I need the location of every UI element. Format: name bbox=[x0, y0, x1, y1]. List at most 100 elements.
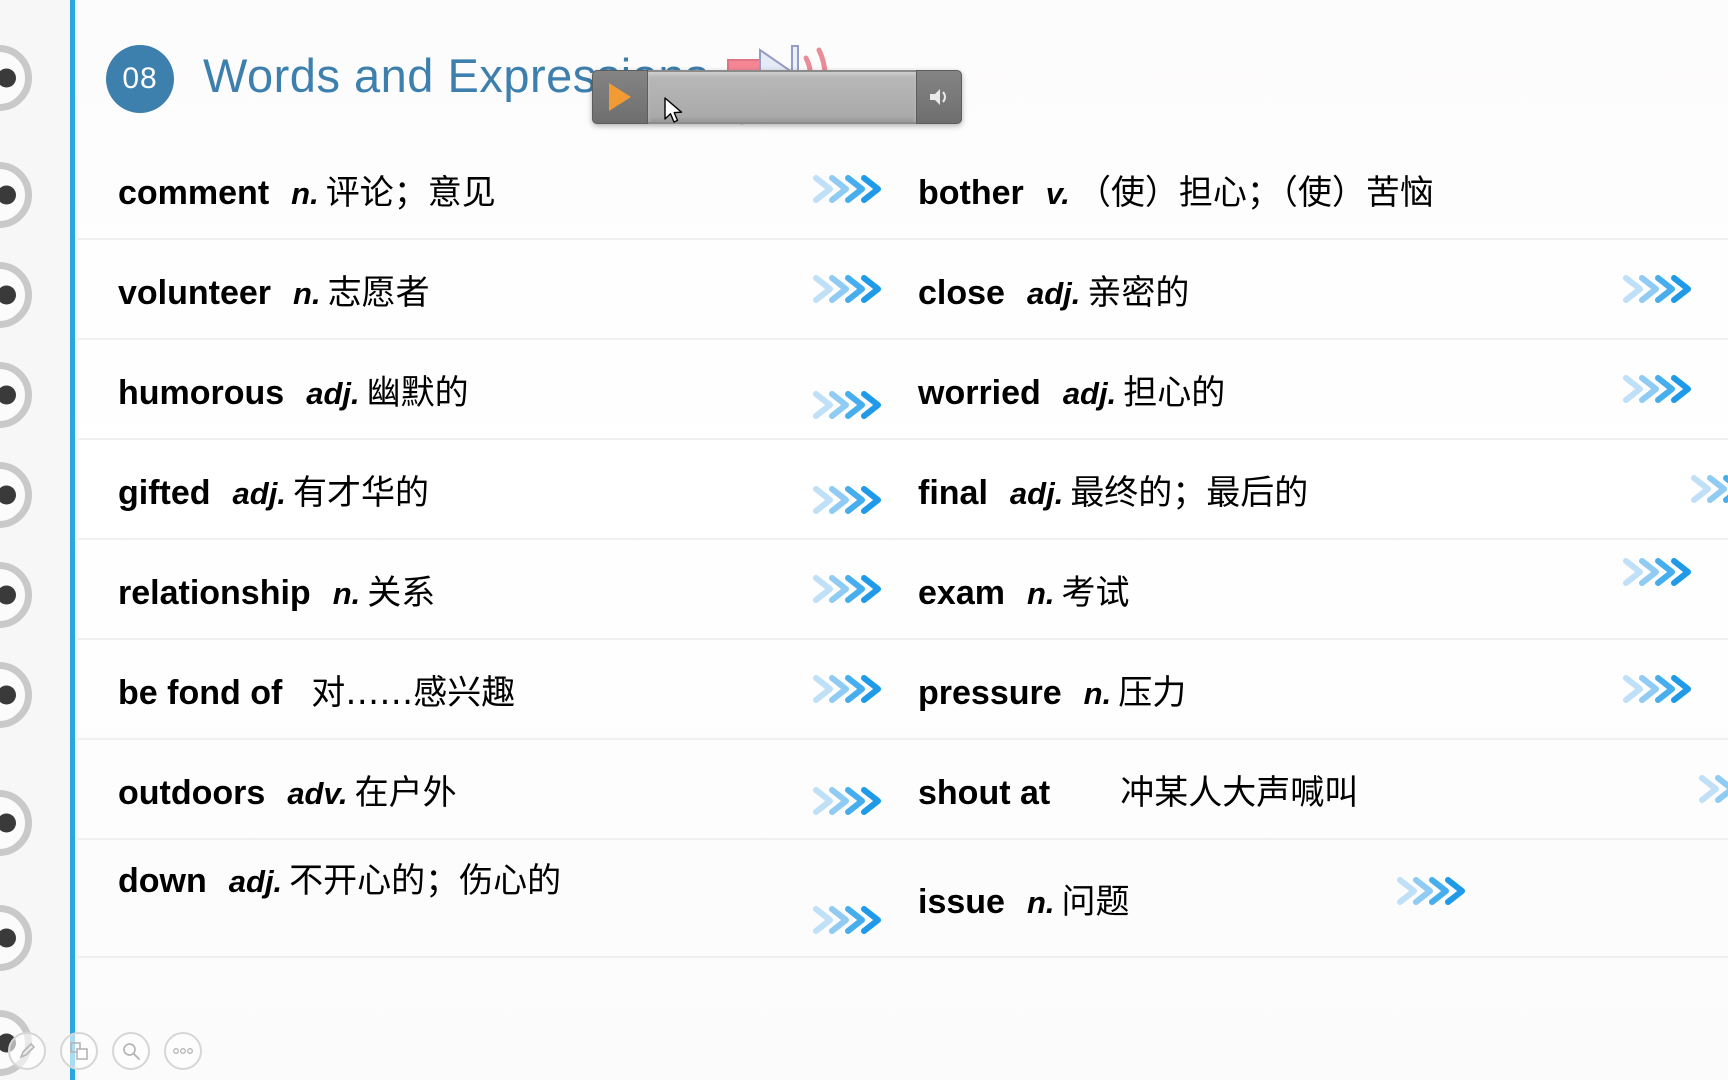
vocab-cell-right: close adj. 亲密的 bbox=[918, 265, 1728, 314]
vocab-pos: n. bbox=[291, 175, 319, 211]
speaker-circle-icon[interactable] bbox=[0, 362, 32, 428]
vocab-entry: exam n. 考试 bbox=[918, 565, 1130, 614]
speaker-circle-icon[interactable] bbox=[0, 45, 32, 111]
vocab-entry: final adj. 最终的；最后的 bbox=[918, 465, 1308, 514]
vocab-pos: n. bbox=[332, 575, 361, 611]
magnifier-icon[interactable] bbox=[112, 1032, 150, 1070]
vocab-meaning: 关系 bbox=[367, 572, 436, 613]
vocab-term: outdoors bbox=[118, 773, 266, 812]
vocab-term: exam bbox=[918, 573, 1005, 612]
vocab-meaning: 对……感兴趣 bbox=[311, 672, 516, 713]
chevron-play-icon[interactable] bbox=[1622, 272, 1694, 306]
chevron-play-icon[interactable] bbox=[812, 172, 884, 206]
chevron-play-icon[interactable] bbox=[812, 784, 884, 818]
vocab-pos: adj. bbox=[306, 375, 360, 411]
vocab-pos: n. bbox=[1026, 575, 1055, 611]
vocab-meaning: 担心的 bbox=[1123, 372, 1226, 413]
vocab-entry: gifted adj. 有才华的 bbox=[118, 465, 429, 514]
chevron-play-icon[interactable] bbox=[812, 903, 884, 937]
vocab-entry: worried adj. 担心的 bbox=[918, 365, 1225, 414]
play-button[interactable] bbox=[592, 70, 648, 124]
vocab-term: issue bbox=[918, 882, 1005, 921]
chevron-play-icon[interactable] bbox=[1698, 772, 1728, 806]
chevron-play-icon[interactable] bbox=[1396, 874, 1468, 908]
vocab-meaning: 冲某人大声喊叫 bbox=[1120, 772, 1359, 813]
speaker-circle-icon[interactable] bbox=[0, 462, 32, 528]
vocab-cell-right: exam n. 考试 bbox=[918, 558, 1728, 614]
vocab-cell-right: final adj. 最终的；最后的 bbox=[918, 465, 1728, 514]
vocab-entry: relationship n. 关系 bbox=[118, 565, 435, 614]
chevron-play-icon[interactable] bbox=[812, 388, 884, 422]
vocab-term: worried bbox=[918, 373, 1041, 412]
chevron-play-icon[interactable] bbox=[812, 672, 884, 706]
chevron-play-icon[interactable] bbox=[1622, 672, 1694, 706]
volume-button[interactable] bbox=[916, 70, 962, 124]
chevron-play-icon[interactable] bbox=[812, 272, 884, 306]
layers-icon[interactable] bbox=[60, 1032, 98, 1070]
speaker-circle-icon[interactable] bbox=[0, 905, 32, 971]
bottom-toolbar bbox=[8, 1032, 202, 1070]
vocab-term: be fond of bbox=[118, 673, 283, 712]
slide-canvas: 08 Words and Expressions comment n. 评论；意… bbox=[0, 0, 1728, 1080]
vocab-term: final bbox=[918, 473, 988, 512]
vocab-term: close bbox=[918, 273, 1005, 312]
speaker-circle-icon[interactable] bbox=[0, 662, 32, 728]
speaker-circle-icon[interactable] bbox=[0, 262, 32, 328]
vocab-entry: humorous adj. 幽默的 bbox=[118, 365, 469, 414]
table-row: comment n. 评论；意见 bother v. （使）担心；（使）苦恼 bbox=[78, 140, 1728, 240]
vocab-term: volunteer bbox=[118, 273, 272, 312]
vocab-pos: adj. bbox=[232, 475, 286, 511]
gutter-divider-line bbox=[70, 0, 75, 1080]
table-row: down adj. 不开心的；伤心的 issue n. 问题 bbox=[78, 840, 1728, 958]
table-row: volunteer n. 志愿者 close adj. 亲密的 bbox=[78, 240, 1728, 340]
vocab-cell-right: pressure n. 压力 bbox=[918, 665, 1728, 714]
vocab-entry: shout at 冲某人大声喊叫 bbox=[918, 765, 1358, 814]
table-row: gifted adj. 有才华的 final adj. 最终的；最后的 bbox=[78, 440, 1728, 540]
vocab-cell-right: bother v. （使）担心；（使）苦恼 bbox=[918, 165, 1728, 214]
vocab-cell-left: humorous adj. 幽默的 bbox=[118, 356, 918, 422]
speaker-circle-icon[interactable] bbox=[0, 790, 32, 856]
table-row: outdoors adv. 在户外 shout at 冲某人大声喊叫 bbox=[78, 740, 1728, 840]
chevron-play-icon[interactable] bbox=[1690, 472, 1728, 506]
vocab-cell-left: relationship n. 关系 bbox=[118, 565, 918, 614]
vocab-cell-right: issue n. 问题 bbox=[918, 874, 1728, 923]
vocab-term: comment bbox=[118, 173, 270, 212]
speaker-circle-icon[interactable] bbox=[0, 162, 32, 228]
table-row: humorous adj. 幽默的 worried adj. 担心的 bbox=[78, 340, 1728, 440]
more-icon[interactable] bbox=[164, 1032, 202, 1070]
speaker-circle-icon[interactable] bbox=[0, 562, 32, 628]
pen-icon[interactable] bbox=[8, 1032, 46, 1070]
vocab-cell-right: shout at 冲某人大声喊叫 bbox=[918, 765, 1728, 814]
vocab-meaning: 有才华的 bbox=[292, 472, 429, 513]
vocab-pos: adj. bbox=[1062, 375, 1117, 411]
vocab-cell-left: volunteer n. 志愿者 bbox=[118, 265, 918, 314]
vocab-term: relationship bbox=[118, 573, 311, 612]
vocab-pos: adj. bbox=[228, 864, 283, 899]
vocab-meaning: 问题 bbox=[1061, 881, 1130, 922]
vocab-term: humorous bbox=[118, 373, 285, 412]
chevron-play-icon[interactable] bbox=[812, 572, 884, 606]
vocab-entry: issue n. 问题 bbox=[918, 874, 1130, 923]
audio-gutter bbox=[0, 0, 78, 1080]
audio-progress-bar[interactable] bbox=[648, 70, 916, 124]
vocab-cell-left: gifted adj. 有才华的 bbox=[118, 461, 918, 517]
vocab-entry: bother v. （使）担心；（使）苦恼 bbox=[918, 165, 1434, 214]
vocab-meaning: （使）担心；（使）苦恼 bbox=[1076, 172, 1434, 213]
table-row: relationship n. 关系 exam n. 考试 bbox=[78, 540, 1728, 640]
chevron-play-icon[interactable] bbox=[812, 483, 884, 517]
audio-player[interactable] bbox=[592, 70, 962, 124]
table-row: be fond of 对……感兴趣 pressure n. 压力 bbox=[78, 640, 1728, 740]
vocab-entry: volunteer n. 志愿者 bbox=[118, 265, 430, 314]
vocab-term: down bbox=[118, 862, 207, 900]
section-number-badge: 08 bbox=[106, 45, 174, 113]
vocab-entry: outdoors adv. 在户外 bbox=[118, 765, 457, 814]
vocab-pos: v. bbox=[1045, 175, 1070, 211]
vocab-meaning: 在户外 bbox=[354, 772, 457, 813]
vocab-entry: comment n. 评论；意见 bbox=[118, 165, 496, 214]
vocab-meaning: 志愿者 bbox=[327, 272, 430, 313]
vocab-term: bother bbox=[918, 173, 1024, 212]
chevron-play-icon[interactable] bbox=[1622, 372, 1694, 406]
chevron-play-icon[interactable] bbox=[1622, 555, 1694, 589]
vocab-term: pressure bbox=[918, 673, 1062, 712]
vocab-pos: adj. bbox=[1009, 475, 1064, 511]
